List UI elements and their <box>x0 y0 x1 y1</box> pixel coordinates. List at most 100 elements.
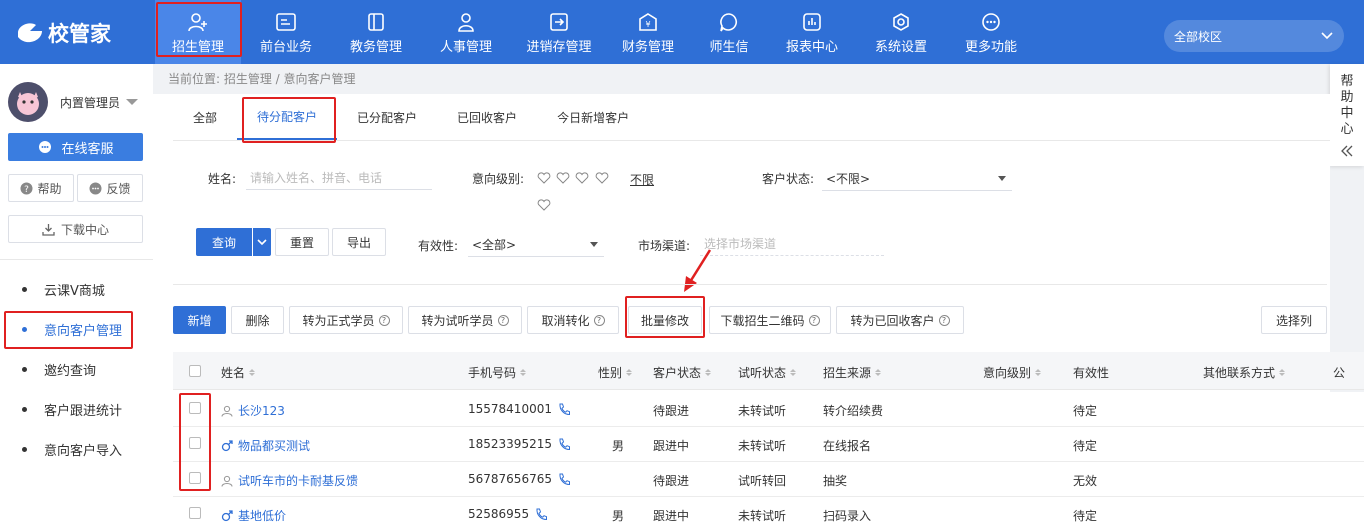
to-recycled-button[interactable]: 转为已回收客户? <box>836 306 964 334</box>
row-checkbox[interactable] <box>189 472 201 484</box>
tab-pending[interactable]: 待分配客户 <box>237 94 338 140</box>
name-search-input[interactable]: 请输入姓名、拼音、电话 <box>246 166 432 190</box>
sidebar-item-followup-stats[interactable]: 客户跟进统计 <box>0 389 153 429</box>
customer-name-link[interactable]: 基地低价 <box>221 507 286 524</box>
tab-all[interactable]: 全部 <box>173 94 237 140</box>
sidebar-item-intent-customers[interactable]: 意向客户管理 <box>0 309 153 349</box>
channel-select-input[interactable]: 选择市场渠道 <box>700 232 884 256</box>
export-button[interactable]: 导出 <box>332 228 386 256</box>
heart-icon[interactable] <box>537 172 551 184</box>
select-columns-button[interactable]: 选择列 <box>1261 306 1327 334</box>
nav-item-enrollment[interactable]: 招生管理 <box>155 0 241 64</box>
nav-item-finance[interactable]: ¥ 财务管理 <box>607 0 689 64</box>
tab-label: 今日新增客户 <box>557 110 630 125</box>
nav-item-front-desk[interactable]: 前台业务 <box>241 0 331 64</box>
reset-label: 重置 <box>289 235 314 250</box>
sort-icon <box>249 369 256 376</box>
source-cell: 在线报名 <box>823 439 872 453</box>
to-formal-student-button[interactable]: 转为正式学员? <box>289 306 403 334</box>
column-header-name[interactable]: 姓名 <box>221 364 256 381</box>
phone-icon[interactable] <box>558 403 570 416</box>
trial-cell: 未转试听 <box>738 439 787 453</box>
nav-label: 系统设置 <box>874 39 927 55</box>
caret-down-icon <box>590 242 598 247</box>
customer-name-link[interactable]: 试听车市的卡耐基反馈 <box>221 472 358 489</box>
sidebar-item-mall[interactable]: 云课V商城 <box>0 269 153 309</box>
heart-icon[interactable] <box>595 172 609 184</box>
heart-icon[interactable] <box>537 199 551 211</box>
customer-name-link[interactable]: 长沙123 <box>221 402 285 419</box>
table-row[interactable]: 基地低价 52586955 男 跟进中 未转试听 扫码录入 待定 <box>173 497 1364 530</box>
help-center-panel[interactable]: 帮 助 中 心 <box>1330 64 1364 166</box>
sort-icon <box>626 369 633 376</box>
add-button[interactable]: 新增 <box>173 306 226 334</box>
row-checkbox[interactable] <box>189 507 201 519</box>
column-header-label: 客户状态 <box>653 366 702 380</box>
heart-icon[interactable] <box>575 172 589 184</box>
reset-button[interactable]: 重置 <box>275 228 329 256</box>
column-header-level[interactable]: 意向级别 <box>983 364 1042 381</box>
user-menu[interactable]: 内置管理员 <box>8 82 139 122</box>
customer-name-link[interactable]: 物品都买测试 <box>221 437 310 454</box>
validity-select[interactable]: <全部> <box>468 233 604 257</box>
row-checkbox[interactable] <box>189 402 201 414</box>
download-center-button[interactable]: 下载中心 <box>8 215 143 243</box>
query-button[interactable]: 查询 <box>196 228 252 256</box>
question-icon: ? <box>20 182 33 195</box>
person-icon <box>221 475 233 487</box>
query-dropdown-button[interactable] <box>253 228 271 256</box>
to-trial-student-button[interactable]: 转为试听学员? <box>408 306 522 334</box>
nav-item-more[interactable]: 更多功能 <box>947 0 1035 64</box>
nav-item-reports[interactable]: 报表中心 <box>769 0 855 64</box>
batch-edit-button[interactable]: 批量修改 <box>628 306 702 334</box>
status-select[interactable]: <不限> <box>822 167 1012 191</box>
row-checkbox[interactable] <box>189 437 201 449</box>
select-all-checkbox[interactable] <box>189 365 201 377</box>
download-icon <box>42 223 55 236</box>
sidebar-item-invitation-query[interactable]: 邀约查询 <box>0 349 153 389</box>
table-row[interactable]: 长沙123 15578410001 待跟进 未转试听 转介绍续费 待定 <box>173 392 1364 427</box>
nav-item-hr[interactable]: 人事管理 <box>421 0 511 64</box>
feedback-button[interactable]: 反馈 <box>77 174 143 202</box>
column-header-gender[interactable]: 性别 <box>598 364 633 381</box>
column-header-label: 试听状态 <box>738 366 787 380</box>
delete-button[interactable]: 删除 <box>231 306 284 334</box>
book-icon <box>366 10 386 34</box>
sort-icon <box>790 369 797 376</box>
online-service-button[interactable]: 在线客服 <box>8 133 143 161</box>
app-logo[interactable]: 校管家 <box>16 18 111 48</box>
level-unlimited-link[interactable]: 不限 <box>630 171 654 188</box>
tab-label: 已回收客户 <box>457 110 518 125</box>
nav-item-academic[interactable]: 教务管理 <box>331 0 421 64</box>
phone-icon[interactable] <box>558 473 570 486</box>
sidebar-item-label: 意向客户管理 <box>44 323 123 339</box>
phone-icon[interactable] <box>535 508 548 521</box>
tab-recycled[interactable]: 已回收客户 <box>437 94 537 140</box>
question-icon: ? <box>497 314 509 326</box>
column-header-trial[interactable]: 试听状态 <box>738 364 797 381</box>
heart-icon[interactable] <box>556 172 570 184</box>
column-header-phone[interactable]: 手机号码 <box>468 364 527 381</box>
campus-select[interactable]: 全部校区 <box>1164 20 1344 52</box>
column-header-other-contact[interactable]: 其他联系方式 <box>1203 364 1286 381</box>
tab-today-new[interactable]: 今日新增客户 <box>537 94 649 140</box>
status-cell: 待跟进 <box>653 404 690 418</box>
column-header-source[interactable]: 招生来源 <box>823 364 882 381</box>
svg-text:¥: ¥ <box>645 20 650 29</box>
nav-item-messages[interactable]: 师生信 <box>689 0 769 64</box>
sidebar-item-label: 邀约查询 <box>44 363 97 379</box>
phone-icon[interactable] <box>558 438 570 451</box>
tab-assigned[interactable]: 已分配客户 <box>337 94 437 140</box>
help-button[interactable]: ? 帮助 <box>8 174 74 202</box>
download-qr-button[interactable]: 下载招生二维码? <box>709 306 831 334</box>
nav-item-inventory[interactable]: 进销存管理 <box>511 0 607 64</box>
table-row[interactable]: 物品都买测试 18523395215 男 跟进中 未转试听 在线报名 待定 <box>173 427 1364 462</box>
sidebar-item-customer-import[interactable]: 意向客户导入 <box>0 429 153 469</box>
table-row[interactable]: 试听车市的卡耐基反馈 56787656765 待跟进 试听转回 抽奖 无效 <box>173 462 1364 497</box>
double-chevron-left-icon[interactable] <box>1341 144 1353 158</box>
validity-cell: 待定 <box>1073 509 1098 523</box>
column-header-status[interactable]: 客户状态 <box>653 364 712 381</box>
help-center-char: 助 <box>1340 90 1354 105</box>
cancel-conversion-button[interactable]: 取消转化? <box>527 306 619 334</box>
nav-item-settings[interactable]: 系统设置 <box>855 0 947 64</box>
